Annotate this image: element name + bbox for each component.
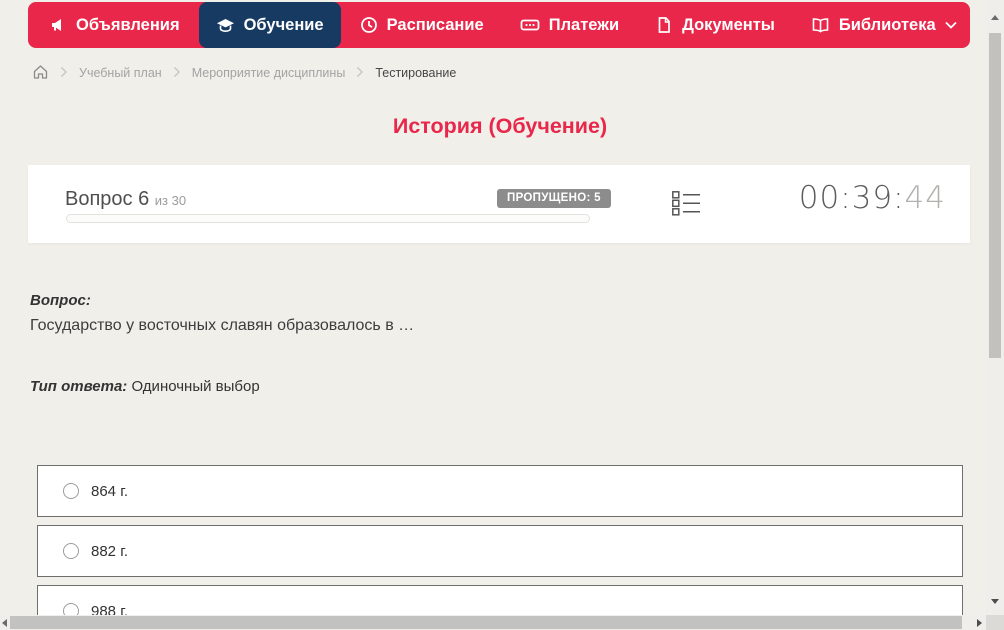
graduation-cap-icon [216,16,235,34]
radio-button[interactable] [63,543,79,559]
clock-icon [360,16,378,34]
question-text: Государство у восточных славян образовал… [30,317,415,334]
nav-item-label: Документы [682,15,775,34]
scrollbar-corner [986,615,1004,630]
question-list-icon[interactable] [672,191,701,221]
top-nav: Объявления Обучение Расписание Платежи Д… [28,2,970,48]
breadcrumb-separator-icon [173,66,181,81]
answer-type-label: Тип ответа: [30,378,128,395]
answer-type-row: Тип ответа: Одиночный выбор [30,378,260,395]
answer-type-value: Одиночный выбор [131,378,260,395]
nav-item-label: Библиотека [838,15,936,34]
timer-hours-minutes: 00:39: [798,180,905,216]
page-title: История (Обучение) [392,114,608,138]
megaphone-icon [49,16,67,34]
scroll-up-arrow-icon[interactable] [991,15,999,20]
question-of-total: из 30 [154,193,187,208]
breadcrumb-item-curriculum[interactable]: Учебный план [79,66,162,80]
breadcrumb-separator-icon [60,66,68,81]
horizontal-scrollbar-thumb[interactable] [10,616,962,629]
nav-item-label: Расписание [386,15,484,34]
horizontal-scrollbar[interactable] [0,615,986,630]
breadcrumb-separator-icon [356,66,364,81]
answer-option[interactable]: 864 г. [37,465,963,517]
payments-icon [520,16,540,34]
vertical-scrollbar-thumb[interactable] [989,33,1001,358]
nav-item-learning[interactable]: Обучение [198,2,341,48]
nav-item-label: Платежи [548,15,620,34]
radio-button[interactable] [63,483,79,499]
nav-item-library[interactable]: Библиотека [794,2,974,48]
nav-item-payments[interactable]: Платежи [503,2,636,48]
vertical-scrollbar[interactable] [986,0,1004,615]
countdown-timer: 00:39:44 [799,180,946,216]
scroll-left-arrow-icon[interactable] [2,619,7,627]
chevron-down-icon [945,21,957,29]
nav-item-label: Обучение [243,15,324,34]
question-header-panel: Вопрос 6 из 30 ПРОПУЩЕНО: 5 00:39:44 [28,165,970,243]
progress-bar [66,214,590,223]
question-heading: Вопрос: [30,292,91,309]
library-icon [811,16,830,34]
timer-seconds: 44 [904,180,946,216]
app-window: Объявления Обучение Расписание Платежи Д… [0,0,1004,630]
breadcrumb-item-discipline-event[interactable]: Мероприятие дисциплины [192,66,346,80]
skipped-badge: ПРОПУЩЕНО: 5 [497,189,611,208]
breadcrumb: Учебный план Мероприятие дисциплины Тест… [32,62,456,84]
home-icon[interactable] [32,64,49,83]
document-icon [655,16,673,34]
nav-item-schedule[interactable]: Расписание [343,2,501,48]
nav-item-label: Объявления [76,15,180,34]
answer-option[interactable]: 882 г. [37,525,963,577]
scroll-right-arrow-icon[interactable] [977,619,982,627]
answer-option-label: 864 г. [91,482,129,500]
question-number-label: Вопрос 6 [65,188,150,210]
answer-option-label: 882 г. [91,542,129,560]
answer-options: 864 г. 882 г. 988 г. [37,465,963,630]
breadcrumb-item-testing: Тестирование [375,66,457,80]
question-number: Вопрос 6 из 30 [65,188,186,211]
scroll-down-arrow-icon[interactable] [991,599,999,604]
nav-item-documents[interactable]: Документы [638,2,792,48]
nav-item-announcements[interactable]: Объявления [32,2,197,48]
